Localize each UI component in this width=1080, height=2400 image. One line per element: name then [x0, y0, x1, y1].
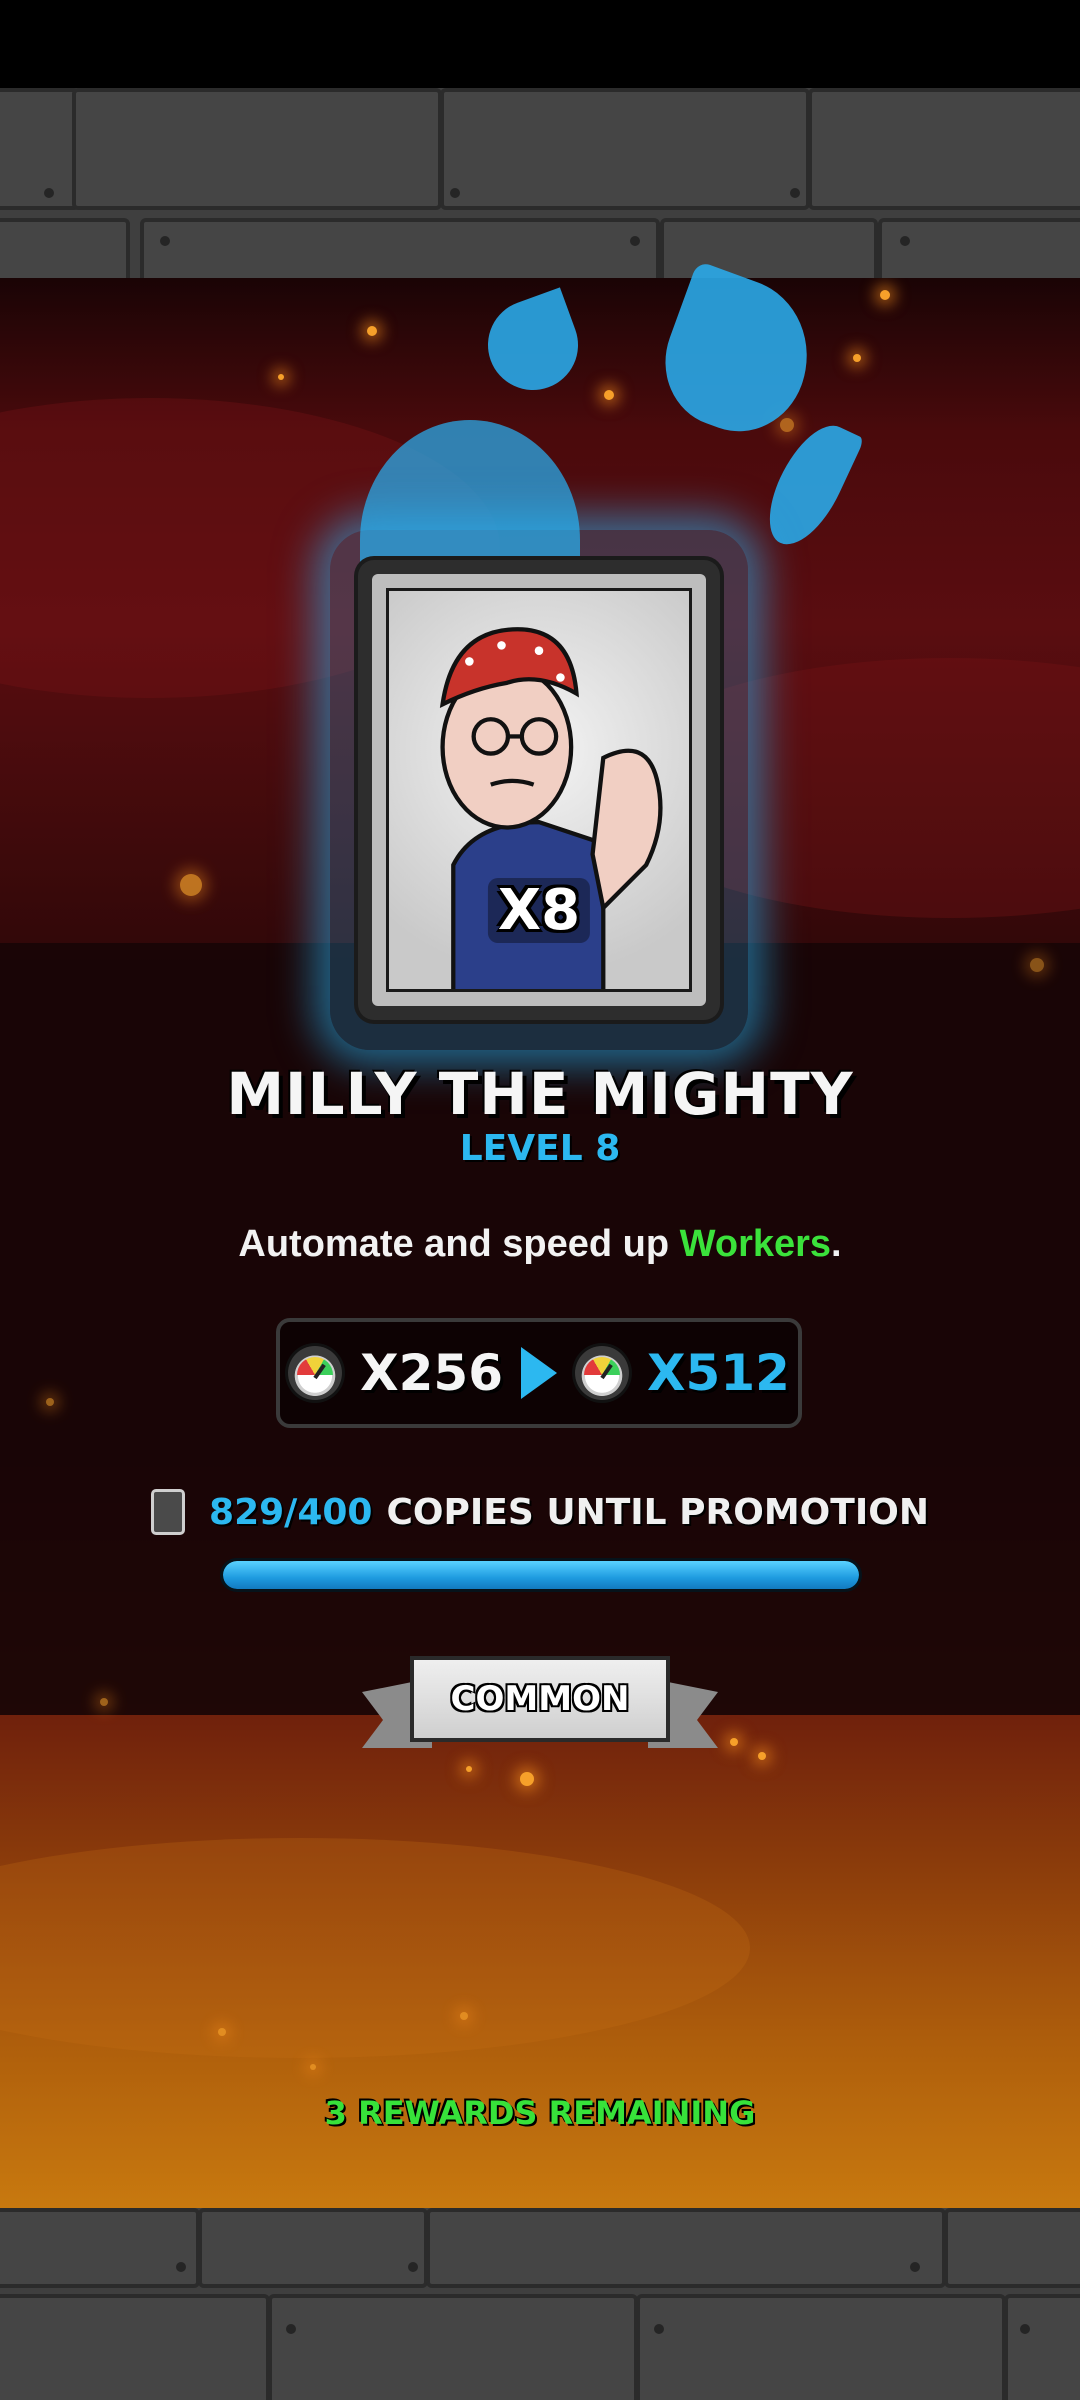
speed-gauge-icon: [575, 1346, 629, 1400]
rarity-label: COMMON: [450, 1679, 630, 1719]
current-multiplier: X256: [360, 1344, 503, 1402]
rewards-remaining[interactable]: 3 REWARDS REMAINING: [0, 2094, 1080, 2132]
reward-screen[interactable]: X8 MILLY THE MIGHTY LEVEL 8 Automate and…: [0, 0, 1080, 2400]
speed-gauge-icon: [288, 1346, 343, 1400]
bottom-stone-wall: [0, 2208, 1080, 2400]
multiplier-panel: X256 X512: [276, 1318, 802, 1428]
character-level: LEVEL 8: [459, 1128, 621, 1169]
card-icon: [151, 1489, 186, 1535]
character-card: X8: [330, 530, 748, 1050]
rarity-ribbon: COMMON: [362, 1656, 718, 1764]
arrow-right-icon: [521, 1347, 557, 1399]
description-highlight: Workers: [679, 1223, 832, 1265]
card-frame: [358, 560, 720, 1020]
description-suffix: .: [831, 1223, 842, 1265]
character-description: Automate and speed up Workers.: [0, 1223, 1080, 1266]
top-stone-wall: [0, 88, 1080, 278]
character-name: MILLY THE MIGHTY: [226, 1060, 854, 1128]
copies-count: 829/400: [209, 1491, 373, 1533]
copies-label: COPIES UNTIL PROMOTION: [386, 1491, 929, 1533]
next-multiplier: X512: [647, 1344, 790, 1402]
status-bar: [0, 0, 1080, 88]
promotion-progress-fill: [223, 1561, 859, 1589]
description-text: Automate and speed up: [238, 1223, 680, 1265]
promotion-status: 829/400 COPIES UNTIL PROMOTION: [0, 1482, 1080, 1542]
card-count-badge: X8: [487, 878, 591, 943]
promotion-progress-bar: [220, 1558, 862, 1592]
